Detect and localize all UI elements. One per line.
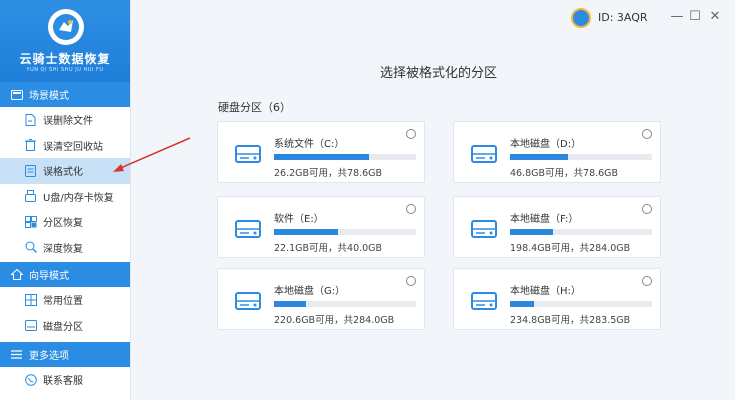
annotation-arrow <box>113 137 191 172</box>
